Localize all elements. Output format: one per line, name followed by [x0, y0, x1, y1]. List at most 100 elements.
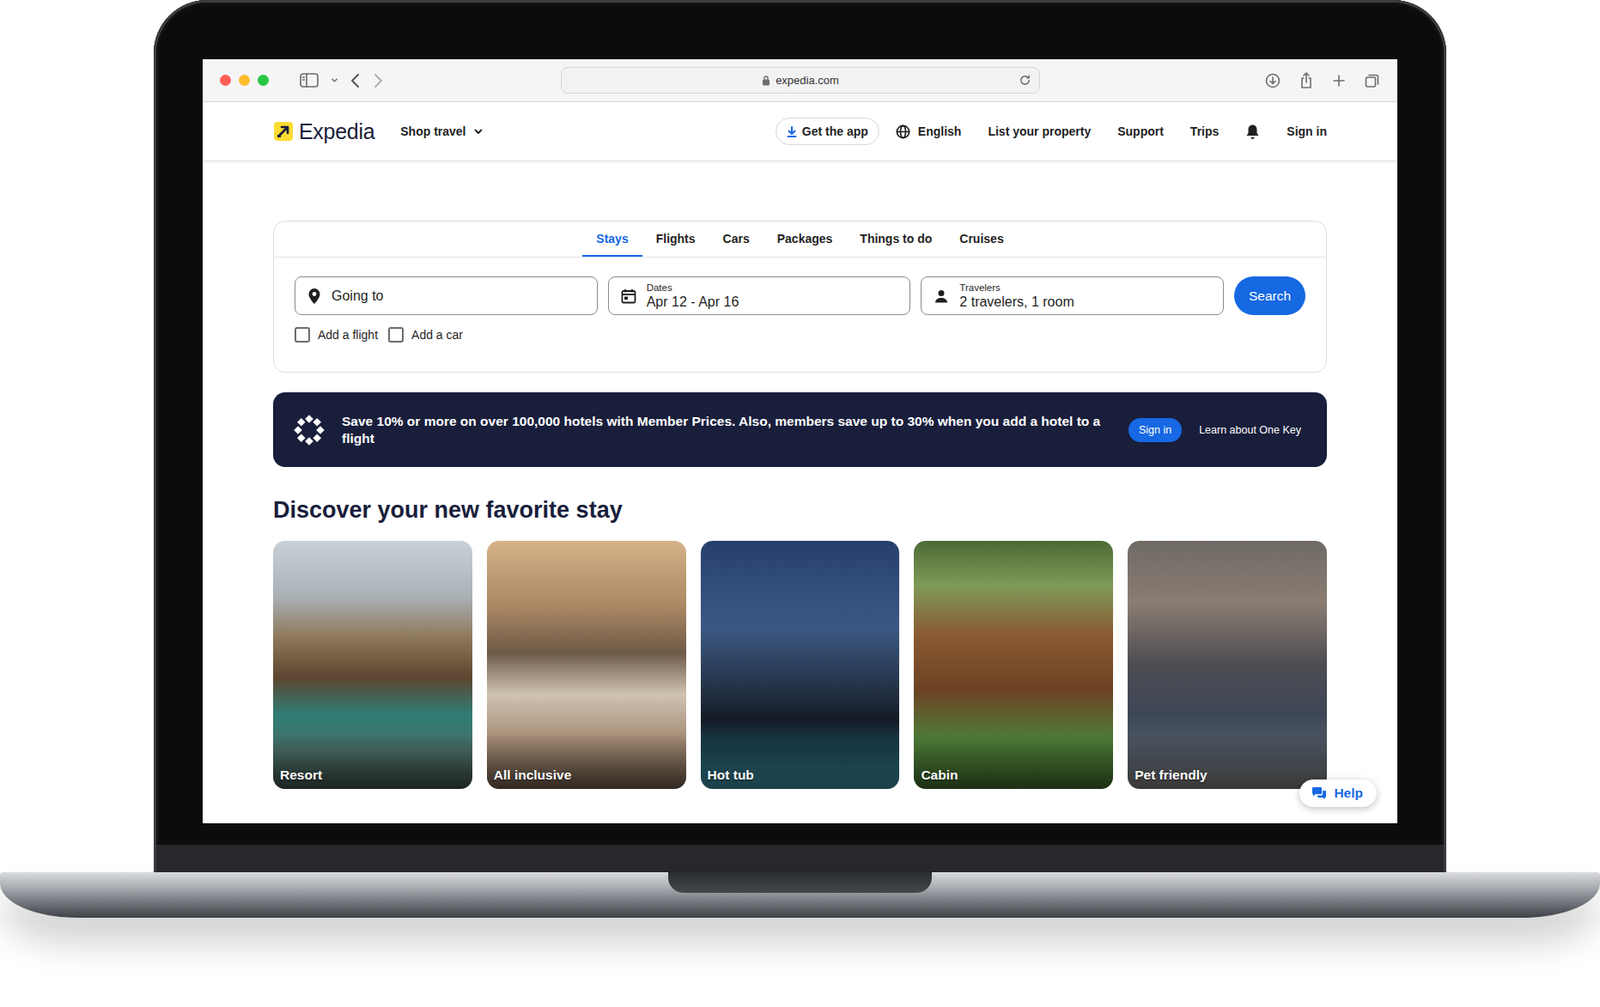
card-caption: Cabin	[913, 733, 1114, 790]
chevron-down-icon	[473, 126, 484, 137]
card-label: Hot tub	[707, 767, 755, 783]
option-label: Add a car	[411, 328, 463, 342]
new-tab-icon[interactable]	[1332, 73, 1346, 88]
help-label: Help	[1333, 785, 1363, 802]
calendar-icon	[620, 288, 637, 305]
site-header: Expedia Shop travel Get the app English List…	[202, 102, 1398, 162]
lid-bottom-bezel	[156, 845, 1444, 873]
dates-value: Apr 12 - Apr 16	[646, 293, 740, 311]
search-tab[interactable]: Things to do	[845, 221, 946, 257]
learn-one-key-link[interactable]: Learn about One Key	[1198, 424, 1302, 437]
checkbox[interactable]	[388, 327, 404, 343]
toolbar-actions	[1265, 72, 1381, 90]
search-tab[interactable]: Cars	[709, 221, 764, 257]
tabs-overview-icon[interactable]	[1364, 73, 1381, 89]
search-tab[interactable]: Flights	[642, 221, 710, 257]
stay-card[interactable]: Hot tub	[700, 541, 901, 790]
banner-text: Save 10% or more on over 100,000 hotels …	[341, 413, 1112, 448]
language-label: English	[918, 124, 962, 139]
nav-link[interactable]: Trips	[1190, 124, 1219, 139]
shop-travel-menu[interactable]: Shop travel	[400, 124, 483, 139]
base-notch	[668, 872, 932, 894]
destination-input[interactable]	[331, 288, 585, 305]
browser-window: expedia.com Expedia Shop travel Get the app…	[202, 59, 1398, 824]
dates-label: Dates	[646, 281, 740, 294]
travelers-text: Travelers2 travelers, 1 room	[959, 281, 1074, 311]
forward-icon[interactable]	[372, 73, 384, 89]
travelers-field[interactable]: Travelers2 travelers, 1 room	[920, 276, 1224, 316]
stay-card[interactable]: Resort	[273, 541, 473, 790]
lock-icon	[761, 74, 771, 86]
card-caption: All inclusive	[486, 733, 687, 790]
reload-icon[interactable]	[1018, 73, 1032, 87]
bell-icon[interactable]	[1245, 123, 1260, 140]
url-text: expedia.com	[775, 73, 840, 87]
stay-card[interactable]: All inclusive	[486, 541, 687, 790]
search-button[interactable]: Search	[1234, 276, 1306, 316]
sidebar-icon[interactable]	[299, 73, 319, 88]
banner-sign-in-button[interactable]: Sign in	[1128, 418, 1182, 443]
search-tabs: StaysFlightsCarsPackagesThings to doCrui…	[273, 221, 1327, 258]
get-app-label: Get the app	[802, 124, 869, 139]
section-title: Discover your new favorite stay	[273, 496, 1327, 525]
help-button[interactable]: Help	[1299, 779, 1377, 808]
logo-text: Expedia	[298, 119, 375, 145]
chat-icon	[1311, 786, 1327, 801]
search-panel: StaysFlightsCarsPackagesThings to doCrui…	[273, 220, 1327, 373]
main-content: StaysFlightsCarsPackagesThings to doCrui…	[202, 161, 1398, 824]
download-icon[interactable]	[1265, 73, 1281, 89]
expedia-logo-icon	[273, 121, 294, 142]
card-label: Cabin	[920, 767, 958, 783]
search-tab[interactable]: Cruises	[945, 221, 1017, 257]
card-caption: Hot tub	[700, 733, 901, 790]
laptop-lid: expedia.com Expedia Shop travel Get the app…	[153, 0, 1447, 873]
search-tab[interactable]: Packages	[763, 221, 847, 257]
search-fields: DatesApr 12 - Apr 16 Travelers2 travelers…	[273, 257, 1327, 316]
card-caption: Resort	[273, 733, 473, 790]
page: expedia.com Expedia Shop travel Get the app…	[0, 0, 1600, 1007]
option-checkbox[interactable]: Add a flight	[294, 327, 378, 343]
language-selector[interactable]: English	[895, 124, 962, 140]
globe-icon	[895, 124, 911, 140]
laptop-base	[0, 872, 1600, 919]
option-checkbox[interactable]: Add a car	[388, 327, 463, 343]
checkbox[interactable]	[294, 327, 311, 343]
share-icon[interactable]	[1299, 72, 1314, 90]
member-banner: Save 10% or more on over 100,000 hotels …	[273, 392, 1327, 468]
dates-field[interactable]: DatesApr 12 - Apr 16	[608, 276, 912, 316]
stay-cards: Resort All inclusive Hot tub Cabin Pet frien…	[273, 541, 1327, 790]
stay-card[interactable]: Cabin	[913, 541, 1114, 790]
minimize-button[interactable]	[238, 74, 250, 86]
expedia-logo[interactable]: Expedia	[273, 119, 375, 145]
nav-link[interactable]: Support	[1117, 124, 1164, 139]
destination-field[interactable]	[294, 276, 598, 316]
card-caption: Pet friendly	[1127, 733, 1327, 790]
zoom-button[interactable]	[257, 74, 269, 86]
person-icon	[933, 288, 950, 305]
dates-text: DatesApr 12 - Apr 16	[646, 281, 740, 311]
location-pin-icon	[307, 287, 322, 305]
card-label: Resort	[279, 767, 323, 783]
option-label: Add a flight	[317, 328, 378, 342]
sign-in-link[interactable]: Sign in	[1286, 124, 1327, 139]
stay-card[interactable]: Pet friendly	[1127, 541, 1327, 790]
nav-controls	[299, 73, 384, 89]
card-label: All inclusive	[493, 767, 572, 783]
search-tab[interactable]: Stays	[582, 221, 642, 257]
chevron-down-icon[interactable]	[330, 76, 339, 85]
travelers-label: Travelers	[959, 281, 1074, 294]
one-key-icon	[293, 414, 325, 446]
header-actions: Get the app English List your property Supp…	[775, 117, 1327, 146]
close-button[interactable]	[219, 74, 232, 86]
nav-link[interactable]: List your property	[987, 124, 1091, 139]
download-icon	[786, 126, 797, 138]
window-controls	[219, 74, 269, 86]
card-label: Pet friendly	[1134, 767, 1207, 783]
shop-travel-label: Shop travel	[400, 124, 466, 139]
browser-toolbar: expedia.com	[202, 59, 1398, 103]
get-app-button[interactable]: Get the app	[775, 117, 880, 146]
address-bar[interactable]: expedia.com	[560, 66, 1041, 94]
back-icon[interactable]	[350, 73, 361, 89]
search-options: Add a flight Add a car	[273, 315, 1327, 360]
travelers-value: 2 travelers, 1 room	[959, 293, 1074, 311]
